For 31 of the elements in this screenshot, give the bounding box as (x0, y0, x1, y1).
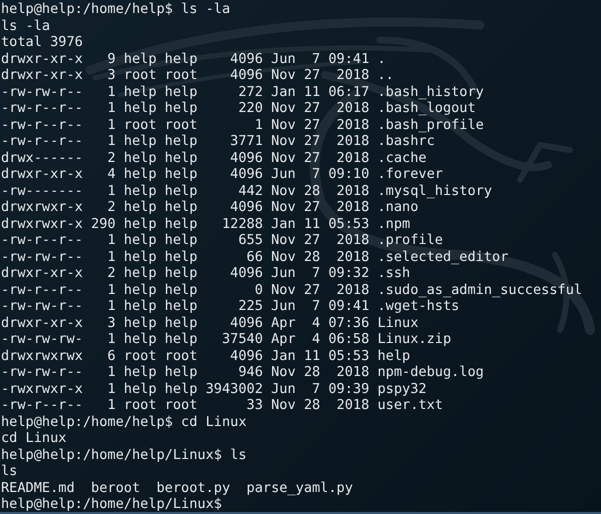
terminal-line: -rw-r--r-- 1 help help 0 Nov 27 2018 .sudo_as_admin_successful (1, 282, 582, 298)
terminal-line: drwxr-xr-x 9 help help 4096 Jun 7 09:41 . (1, 50, 386, 67)
terminal-line: -rwxrwxr-x 1 help help 3943002 Jun 7 09:39 pspy32 (1, 380, 427, 397)
terminal-line: help@help:/home/help/Linux$ ls (1, 446, 247, 463)
terminal-line: -rw-rw-r-- 1 help help 272 Jan 11 06:17 .bash_history (1, 84, 484, 100)
terminal-line: -rw-rw-r-- 1 help help 225 Jun 7 09:41 .wget-hsts (1, 298, 460, 314)
terminal-line: total 3976 (1, 34, 83, 50)
terminal-line: -rw-rw-r-- 1 help help 66 Nov 28 2018 .selected_editor (1, 248, 508, 265)
terminal-line: ls -la (1, 18, 50, 34)
terminal-line: -rw-r--r-- 1 help help 220 Nov 27 2018 .bash_logout (1, 100, 476, 116)
terminal-line: -rw-rw-rw- 1 help help 37540 Apr 4 06:58 Linux.zip (1, 331, 452, 348)
terminal-line: drwxrwxrwx 6 root root 4096 Jan 11 05:53 help (1, 348, 410, 364)
terminal-line: README.md beroot beroot.py parse_yaml.py (1, 480, 353, 496)
terminal-line: -rw-rw-r-- 1 help help 946 Nov 28 2018 npm-debug.log (1, 364, 484, 380)
terminal-line: drwxrwxr-x 2 help help 4096 Nov 27 2018 .nano (1, 199, 418, 216)
terminal-line: cd Linux (1, 430, 66, 446)
terminal-line: -rw-r--r-- 1 root root 1 Nov 27 2018 .bash_profile (1, 116, 484, 133)
terminal-line: -rw------- 1 help help 442 Nov 28 2018 .mysql_history (1, 182, 492, 199)
terminal-line: help@help:/home/help$ ls -la (1, 1, 230, 18)
terminal-line: -rw-r--r-- 1 root root 33 Nov 28 2018 user.txt (1, 397, 443, 414)
terminal-line: drwxr-xr-x 2 help help 4096 Jun 7 09:32 .ssh (1, 265, 410, 282)
terminal-line: -rw-r--r-- 1 help help 3771 Nov 27 2018 .bashrc (1, 133, 435, 150)
terminal-line: help@help:/home/help/Linux$ (1, 496, 222, 512)
terminal-line: drwx------ 2 help help 4096 Nov 27 2018 .cache (1, 150, 427, 166)
terminal-line: drwxr-xr-x 3 root root 4096 Nov 27 2018 .. (1, 67, 394, 84)
terminal-line: ls (1, 463, 18, 480)
terminal-line: drwxr-xr-x 3 help help 4096 Apr 4 07:36 Linux (1, 314, 418, 331)
terminal-line: drwxr-xr-x 4 help help 4096 Jun 7 09:10 .forever (1, 166, 443, 182)
terminal-line: drwxrwxr-x 290 help help 12288 Jan 11 05:53 .npm (1, 216, 410, 232)
terminal-line: help@help:/home/help$ cd Linux (1, 414, 247, 430)
terminal-line: -rw-r--r-- 1 help help 655 Nov 27 2018 .profile (1, 232, 443, 248)
